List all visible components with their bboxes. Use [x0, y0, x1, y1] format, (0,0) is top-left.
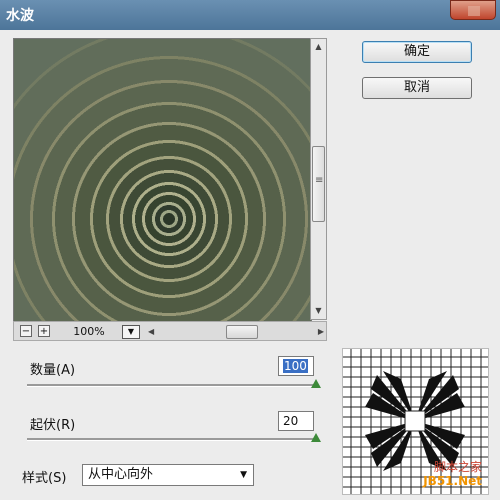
- water-wave-dialog: 水波 ▲ ▼ − + 100% ▼ ◀ ▶ 确定 取消 数量(A) 100 起伏…: [0, 0, 500, 500]
- style-selected-value: 从中心向外: [88, 467, 154, 482]
- distortion-grid-thumbnail: 脚本之家 JB51.Net: [342, 348, 489, 495]
- title-bar: 水波: [0, 0, 500, 30]
- ridges-label: 起伏(R): [30, 418, 76, 433]
- zoom-out-button[interactable]: −: [20, 325, 32, 337]
- ok-button[interactable]: 确定: [362, 41, 472, 63]
- dialog-title: 水波: [6, 8, 34, 24]
- cancel-button[interactable]: 取消: [362, 77, 472, 99]
- ridges-slider-knob[interactable]: [311, 433, 321, 442]
- style-label: 样式(S): [22, 471, 67, 486]
- style-select[interactable]: 从中心向外 ▼: [82, 464, 254, 486]
- horizontal-scroll-thumb[interactable]: [226, 325, 258, 339]
- preview-horizontal-scrollbar[interactable]: ◀ ▶: [146, 325, 326, 339]
- scroll-up-icon[interactable]: ▲: [311, 39, 326, 55]
- preview-zoom-bar: − + 100% ▼ ◀ ▶: [13, 321, 327, 341]
- ridges-input[interactable]: 20: [278, 411, 314, 431]
- amount-label: 数量(A): [30, 363, 76, 378]
- watermark-text: 脚本之家: [433, 460, 482, 474]
- scroll-left-icon[interactable]: ◀: [148, 325, 154, 339]
- amount-value: 100: [283, 359, 308, 373]
- zoom-in-button[interactable]: +: [38, 325, 50, 337]
- ridges-slider[interactable]: [27, 433, 321, 442]
- ripple-preview-image[interactable]: [13, 38, 312, 322]
- amount-input[interactable]: 100: [278, 356, 314, 376]
- preview-vertical-scrollbar[interactable]: ▲ ▼: [310, 38, 327, 320]
- zoom-level: 100%: [73, 325, 105, 338]
- amount-slider[interactable]: [27, 379, 321, 388]
- zoom-dropdown-icon[interactable]: ▼: [122, 325, 140, 339]
- amount-slider-knob[interactable]: [311, 379, 321, 388]
- watermark: 脚本之家 JB51.Net: [423, 460, 482, 488]
- scroll-right-icon[interactable]: ▶: [318, 325, 324, 339]
- scroll-down-icon[interactable]: ▼: [311, 303, 326, 319]
- chevron-down-icon: ▼: [240, 470, 247, 480]
- close-button[interactable]: [450, 0, 496, 20]
- watermark-site: JB51.Net: [423, 474, 482, 488]
- vertical-scroll-thumb[interactable]: [312, 146, 325, 222]
